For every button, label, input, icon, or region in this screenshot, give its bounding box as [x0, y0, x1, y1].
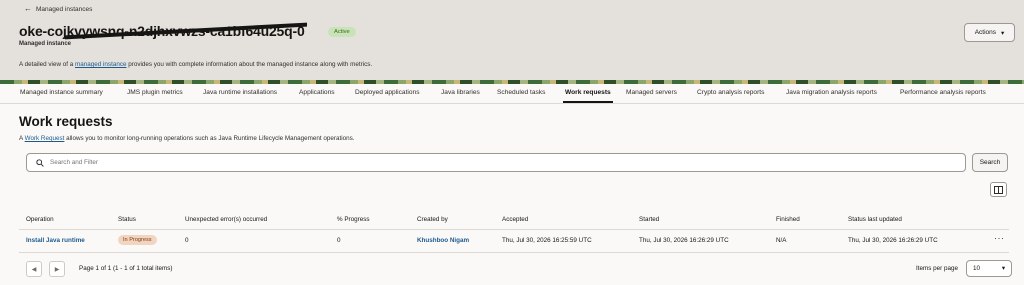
title-redacted: kvywsnq-n2djhxvwzs-ca1bf64u25q-0	[66, 23, 305, 39]
section-title: Work requests	[19, 114, 113, 129]
pagination-summary: Page 1 of 1 (1 - 1 of 1 total items)	[79, 265, 173, 272]
tab-scheduled-tasks[interactable]: Scheduled tasks	[497, 89, 545, 96]
operation-link[interactable]: Install Java runtime	[26, 237, 85, 244]
desc-prefix: A detailed view of a	[19, 61, 76, 68]
search-field[interactable]	[26, 153, 966, 172]
tab-managed-servers[interactable]: Managed servers	[626, 89, 677, 96]
items-per-page-value: 10	[973, 265, 981, 272]
status-badge: Active	[328, 27, 356, 37]
cell-operation: Install Java runtime	[26, 237, 85, 244]
back-to-managed-instances-link[interactable]: ← Managed instances	[24, 5, 92, 13]
arrow-left-icon: ←	[24, 4, 32, 13]
items-per-page-label: Items per page	[916, 265, 959, 272]
column-header-operation[interactable]: Operation	[26, 216, 54, 223]
table-bottom-divider	[19, 252, 1009, 253]
cell-finished: N/A	[776, 237, 787, 244]
section-description: A Work Request allows you to monitor lon…	[19, 135, 355, 142]
previous-page-button[interactable]: ◀	[26, 261, 42, 277]
status-badge-in-progress: In Progress	[118, 235, 157, 245]
section-desc-suffix: allows you to monitor long-running opera…	[64, 135, 355, 142]
page-header: ← Managed instances oke-cojkvywsnq-n2djh…	[0, 0, 1024, 80]
chevron-down-icon: ▾	[1001, 29, 1005, 37]
managed-instance-link[interactable]: managed instance	[75, 61, 126, 68]
actions-button[interactable]: Actions ▾	[964, 23, 1015, 42]
chevron-left-icon: ◀	[31, 266, 37, 273]
tab-jms-plugin-metrics[interactable]: JMS plugin metrics	[127, 89, 183, 96]
desc-suffix: provides you with complete information a…	[126, 61, 373, 68]
search-icon	[36, 158, 44, 167]
tab-java-runtime-installations[interactable]: Java runtime installations	[203, 89, 277, 96]
page-title: oke-cojkvywsnq-n2djhxvwzs-ca1bf64u25q-0	[19, 23, 305, 39]
back-link-label: Managed instances	[36, 5, 93, 13]
columns-icon	[994, 185, 1003, 194]
cell-created-by: Khushboo Nigam	[417, 237, 469, 244]
cell-started: Thu, Jul 30, 2026 16:26:29 UTC	[639, 237, 729, 244]
actions-label: Actions	[974, 29, 997, 36]
tab-bar: Managed instance summary JMS plugin metr…	[0, 84, 1024, 104]
column-settings-button[interactable]	[990, 182, 1007, 197]
search-button[interactable]: Search	[972, 153, 1008, 172]
tab-work-requests[interactable]: Work requests	[563, 89, 613, 103]
search-input[interactable]	[50, 159, 950, 166]
work-request-link[interactable]: Work Request	[25, 135, 65, 142]
chevron-down-icon: ▾	[1001, 265, 1005, 272]
cell-progress: 0	[337, 237, 341, 244]
tab-java-libraries[interactable]: Java libraries	[441, 89, 480, 96]
table-header-divider	[19, 229, 1009, 230]
column-header-status[interactable]: Status	[118, 216, 136, 223]
chevron-right-icon: ▶	[54, 266, 60, 273]
created-by-link[interactable]: Khushboo Nigam	[417, 237, 469, 244]
column-header-finished[interactable]: Finished	[776, 216, 800, 223]
more-actions-icon[interactable]: ···	[994, 233, 1005, 243]
tab-managed-instance-summary[interactable]: Managed instance summary	[20, 89, 103, 96]
page-subtitle: Managed instance	[19, 41, 72, 47]
column-header-created-by[interactable]: Created by	[417, 216, 448, 223]
tab-crypto-analysis-reports[interactable]: Crypto analysis reports	[697, 89, 764, 96]
tab-performance-analysis-reports[interactable]: Performance analysis reports	[900, 89, 986, 96]
cell-status-last-updated: Thu, Jul 30, 2026 16:26:29 UTC	[848, 237, 938, 244]
column-header-accepted[interactable]: Accepted	[502, 216, 528, 223]
column-header-progress[interactable]: % Progress	[337, 216, 370, 223]
next-page-button[interactable]: ▶	[49, 261, 65, 277]
tab-java-migration-analysis-reports[interactable]: Java migration analysis reports	[786, 89, 877, 96]
items-per-page-select[interactable]: 10 ▾	[966, 260, 1012, 277]
tab-applications[interactable]: Applications	[299, 89, 335, 96]
cell-errors: 0	[185, 237, 189, 244]
column-header-errors[interactable]: Unexpected error(s) occurred	[185, 216, 267, 223]
page-description: A detailed view of a managed instance pr…	[19, 61, 372, 68]
column-header-status-last-updated[interactable]: Status last updated	[848, 216, 902, 223]
title-visible: oke-coj	[19, 23, 67, 39]
column-header-started[interactable]: Started	[639, 216, 659, 223]
cell-accepted: Thu, Jul 30, 2026 16:25:59 UTC	[502, 237, 592, 244]
tab-deployed-applications[interactable]: Deployed applications	[355, 89, 420, 96]
